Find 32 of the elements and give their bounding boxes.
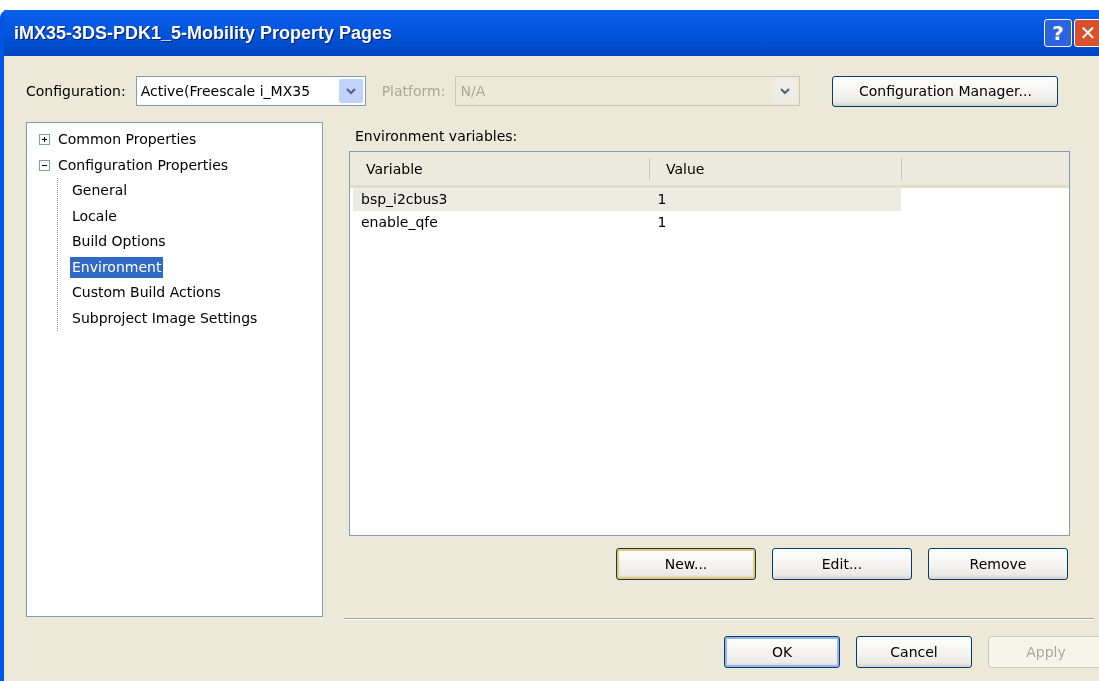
dialog-button[interactable]: Cancel <box>856 636 972 668</box>
tree-item[interactable]: Build Options <box>70 231 168 253</box>
platform-dropdown: N/A <box>455 76 801 106</box>
column-header[interactable]: Value <box>650 157 902 180</box>
tree-item[interactable]: Locale <box>70 205 119 227</box>
tree-item[interactable]: Common Properties <box>56 129 199 151</box>
tree-item[interactable]: Configuration Properties <box>56 154 231 176</box>
dialog-button[interactable]: Remove <box>928 548 1068 580</box>
dialog-button[interactable]: OK <box>724 636 840 668</box>
close-button[interactable]: ✕ <box>1074 19 1099 47</box>
table-cell-text: bsp_i2cbus3 <box>360 190 449 209</box>
expand-icon[interactable] <box>39 134 50 146</box>
window-title: iMX35-3DS-PDK1_5-Mobility Property Pages <box>14 21 394 45</box>
collapse-icon[interactable] <box>39 159 50 171</box>
configuration-dropdown[interactable]: Active(Freescale i_MX35 <box>135 76 366 106</box>
tree-item[interactable]: Custom Build Actions <box>70 282 223 304</box>
table-cell-text: enable_qfe <box>360 213 439 232</box>
table-cell-text: 1 <box>656 190 668 209</box>
column-header[interactable]: Variable <box>350 157 650 180</box>
tree-item[interactable]: Subproject Image Settings <box>70 307 260 329</box>
configuration-manager-button[interactable]: Configuration Manager... <box>832 75 1059 107</box>
platform-label: Platform: <box>381 81 446 101</box>
tree-item[interactable]: General <box>70 180 130 202</box>
list-row[interactable]: bsp_i2cbus3 1 <box>353 188 901 211</box>
section-label: Environment variables: <box>355 127 519 146</box>
dialog-button[interactable]: Edit... <box>772 548 912 580</box>
help-button[interactable]: ? <box>1044 19 1072 47</box>
configuration-label: Configuration: <box>26 81 126 101</box>
tree-item[interactable]: Environment <box>70 256 164 278</box>
table-cell-text: 1 <box>656 213 668 232</box>
list-row[interactable]: enable_qfe 1 <box>353 211 901 234</box>
dialog-button[interactable]: New... <box>616 548 756 580</box>
